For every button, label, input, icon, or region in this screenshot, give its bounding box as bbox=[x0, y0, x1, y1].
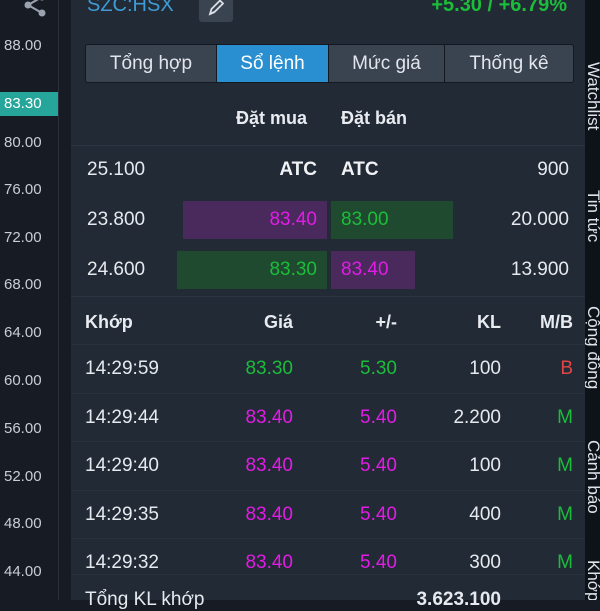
match-volume: 100 bbox=[469, 358, 501, 379]
match-price: 83.30 bbox=[245, 358, 293, 379]
ask-depth-bar: 83.00 bbox=[331, 201, 453, 239]
orderbook-row: 23.800 83.40 83.00 20.000 bbox=[71, 196, 585, 244]
side-tab-watchlist[interactable]: Watchlist bbox=[585, 62, 600, 130]
tab-so-lenh[interactable]: Sổ lệnh bbox=[217, 45, 329, 82]
match-volume: 400 bbox=[469, 504, 501, 525]
bid-volume: 25.100 bbox=[87, 159, 146, 180]
divider bbox=[71, 296, 585, 297]
ask-depth-bar: 83.40 bbox=[331, 251, 415, 289]
axis-tick: 80.00 bbox=[4, 134, 42, 151]
bid-volume: 24.600 bbox=[87, 259, 146, 280]
tab-thong-ke[interactable]: Thống kê bbox=[445, 45, 573, 82]
ask-volume: 20.000 bbox=[510, 209, 569, 230]
match-price: 83.40 bbox=[245, 455, 293, 476]
matches-header: Khớp Giá +/- KL M/B bbox=[71, 312, 585, 332]
ask-price: 83.00 bbox=[341, 209, 389, 230]
axis-tick: 88.00 bbox=[4, 37, 42, 54]
match-volume: 2.200 bbox=[453, 407, 501, 428]
bid-price: 83.40 bbox=[269, 209, 317, 230]
match-time: 14:29:40 bbox=[85, 455, 159, 476]
bid-depth-bar: 83.40 bbox=[183, 201, 327, 239]
match-time: 14:29:44 bbox=[85, 407, 159, 428]
match-volume: 100 bbox=[469, 455, 501, 476]
axis-tick: 68.00 bbox=[4, 276, 42, 293]
ask-price: ATC bbox=[341, 159, 379, 180]
match-row: 14:29:35 83.40 5.40 400 M bbox=[71, 490, 585, 539]
match-side: M bbox=[557, 407, 573, 428]
match-price: 83.40 bbox=[245, 407, 293, 428]
axis-tick: 44.00 bbox=[4, 563, 42, 580]
stock-detail-panel: SZC:HSX +5.30 / +6.79% Tổng hợp Sổ lệnh … bbox=[71, 0, 585, 610]
axis-tick: 60.00 bbox=[4, 372, 42, 389]
ask-volume: 13.900 bbox=[510, 259, 569, 280]
side-tab-matches[interactable]: Khớp bbox=[585, 560, 600, 600]
col-side-header: M/B bbox=[540, 312, 573, 332]
match-change: 5.40 bbox=[360, 504, 397, 525]
match-side: M bbox=[557, 504, 573, 525]
edit-symbol-button[interactable] bbox=[199, 0, 233, 22]
axis-tick: 48.00 bbox=[4, 515, 42, 532]
match-price: 83.40 bbox=[245, 504, 293, 525]
match-change: 5.40 bbox=[360, 407, 397, 428]
tab-tong-hop[interactable]: Tổng hợp bbox=[86, 45, 217, 82]
tab-muc-gia[interactable]: Mức giá bbox=[329, 45, 445, 82]
col-change-header: +/- bbox=[375, 312, 397, 332]
axis-tick: 56.00 bbox=[4, 420, 42, 437]
symbol-title: SZC:HSX bbox=[87, 0, 174, 16]
match-side: M bbox=[557, 455, 573, 476]
orderbook-row: 25.100 ATC ATC 900 bbox=[71, 146, 585, 194]
bid-depth-bar: 83.30 bbox=[177, 251, 327, 289]
share-icon[interactable] bbox=[22, 0, 48, 23]
tab-bar: Tổng hợp Sổ lệnh Mức giá Thống kê bbox=[85, 44, 574, 83]
ask-volume: 900 bbox=[537, 159, 569, 180]
match-change: 5.30 bbox=[360, 358, 397, 379]
side-tab-news[interactable]: Tin tức bbox=[585, 190, 600, 242]
price-change: +5.30 / +6.79% bbox=[431, 0, 567, 16]
match-row: 14:29:40 83.40 5.40 100 M bbox=[71, 441, 585, 490]
total-label: Tổng KL khớp bbox=[85, 589, 205, 610]
col-volume-header: KL bbox=[477, 312, 501, 332]
match-row: 14:29:44 83.40 5.40 2.200 M bbox=[71, 393, 585, 442]
match-row: 14:29:59 83.30 5.30 100 B bbox=[71, 344, 585, 393]
orderbook-row: 24.600 83.30 83.40 13.900 bbox=[71, 246, 585, 294]
col-price-header: Giá bbox=[263, 312, 293, 332]
match-change: 5.40 bbox=[360, 455, 397, 476]
match-time: 14:29:35 bbox=[85, 504, 159, 525]
bid-volume: 23.800 bbox=[87, 209, 146, 230]
side-tab-alerts[interactable]: Cảnh báo bbox=[585, 440, 600, 514]
current-price-label: 83.30 bbox=[0, 92, 58, 116]
axis-tick: 76.00 bbox=[4, 181, 42, 198]
match-time: 14:29:59 bbox=[85, 358, 159, 379]
side-tab-community[interactable]: Cộng đồng bbox=[585, 306, 600, 389]
axis-tick: 72.00 bbox=[4, 229, 42, 246]
total-value: 3.623.100 bbox=[416, 589, 501, 610]
axis-tick: 64.00 bbox=[4, 324, 42, 341]
price-axis: 88.00 83.30 80.00 76.00 72.00 68.00 64.0… bbox=[0, 0, 59, 600]
match-side: B bbox=[560, 358, 573, 379]
bid-price: 83.30 bbox=[269, 259, 317, 280]
bid-price: ATC bbox=[279, 159, 317, 180]
bid-header: Đặt mua bbox=[236, 108, 308, 128]
total-matched-row: Tổng KL khớp 3.623.100 bbox=[71, 574, 585, 610]
ask-header: Đặt bán bbox=[341, 108, 408, 128]
ask-price: 83.40 bbox=[341, 259, 389, 280]
axis-tick: 52.00 bbox=[4, 468, 42, 485]
side-tab-strip: Watchlist Tin tức Cộng đồng Cảnh báo Khớ… bbox=[585, 0, 600, 600]
pencil-icon bbox=[208, 0, 225, 16]
col-time-header: Khớp bbox=[85, 312, 133, 332]
